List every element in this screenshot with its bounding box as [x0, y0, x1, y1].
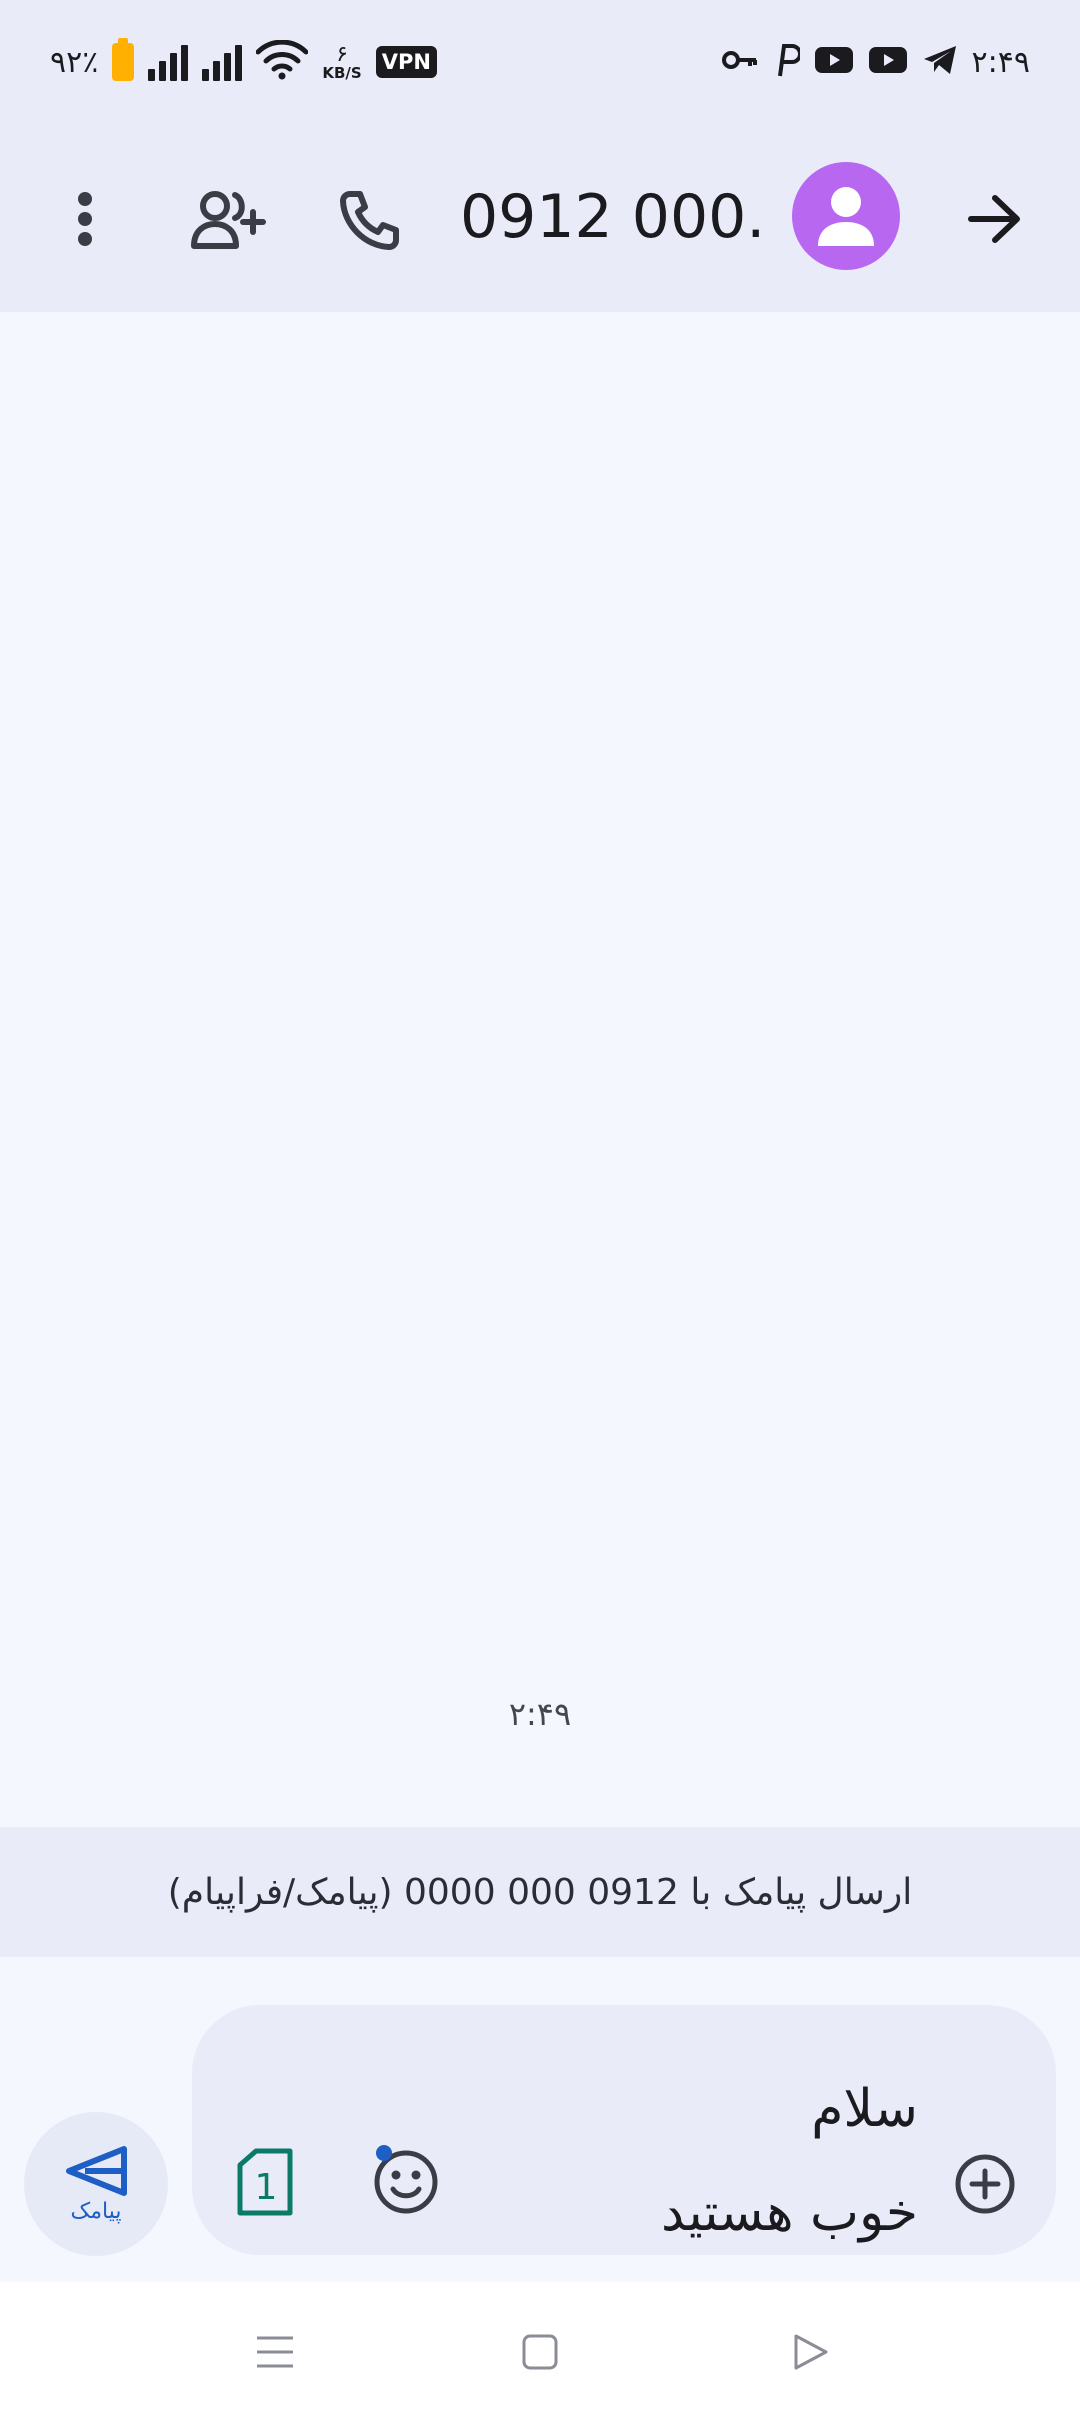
vpn-badge: VPN [375, 46, 437, 78]
battery-icon [112, 38, 135, 81]
composer-area: پیامک سلام خوب هستید 1 [0, 1957, 1080, 2282]
net-speed-unit: KB/S [322, 63, 362, 82]
battery-percent: ۹۲٪ [50, 44, 99, 80]
send-via-info: ارسال پیامک با 0912 000 0000 (پیامک/فراپ… [0, 1827, 1080, 1957]
system-nav-bar [0, 2282, 1080, 2412]
contact-avatar[interactable] [792, 162, 900, 270]
status-bar: ۹۲٪ ۶ KB/S VPN ۲:۴۹ [0, 0, 1080, 124]
send-button[interactable]: پیامک [24, 2112, 168, 2256]
home-icon [522, 2334, 558, 2370]
recents-icon [257, 2336, 293, 2368]
recents-button[interactable] [245, 2322, 305, 2382]
back-button[interactable] [955, 179, 1035, 259]
emoji-badge-dot [376, 2145, 392, 2161]
message-timestamp: ۲:۴۹ [508, 1695, 572, 1733]
arrow-forward-icon [968, 195, 1020, 243]
person-avatar-icon [818, 187, 874, 246]
add-contact-button[interactable] [180, 180, 280, 260]
message-text-line-1: سلام [811, 2079, 918, 2139]
net-speed: ۶ KB/S [322, 41, 362, 82]
sim-select-icon[interactable]: 1 [236, 2147, 294, 2217]
status-left: ۹۲٪ ۶ KB/S VPN [50, 38, 437, 86]
home-button[interactable] [510, 2322, 570, 2382]
p-icon [772, 42, 802, 82]
back-icon [794, 2334, 828, 2370]
call-button[interactable] [325, 180, 415, 260]
net-speed-value: ۶ [336, 41, 348, 67]
signal-icon [148, 43, 189, 81]
add-person-icon [191, 191, 266, 249]
conversation-title: 0912 000... [460, 182, 760, 252]
wifi-icon [255, 39, 309, 84]
key-icon [721, 48, 758, 76]
more-options-button[interactable] [45, 174, 125, 264]
send-button-label: پیامک [70, 2198, 122, 2224]
youtube-icon [814, 45, 854, 79]
add-attachment-icon[interactable] [954, 2153, 1016, 2215]
conversation-app-bar: 0912 000... [0, 124, 1080, 312]
status-right: ۲:۴۹ [721, 38, 1030, 86]
more-vert-icon [78, 192, 92, 246]
clock: ۲:۴۹ [971, 44, 1030, 80]
send-icon [66, 2145, 127, 2196]
message-input[interactable]: سلام خوب هستید 1 [192, 2005, 1056, 2255]
youtube-icon [868, 45, 908, 79]
sim-number: 1 [255, 2167, 278, 2208]
signal-icon [202, 43, 243, 81]
telegram-icon [922, 44, 958, 80]
phone-icon [340, 191, 399, 250]
message-text[interactable]: سلام خوب هستید [661, 2057, 918, 2265]
back-nav-button[interactable] [780, 2322, 840, 2382]
message-list[interactable] [0, 312, 1080, 1827]
message-text-line-2: خوب هستید [661, 2183, 918, 2243]
